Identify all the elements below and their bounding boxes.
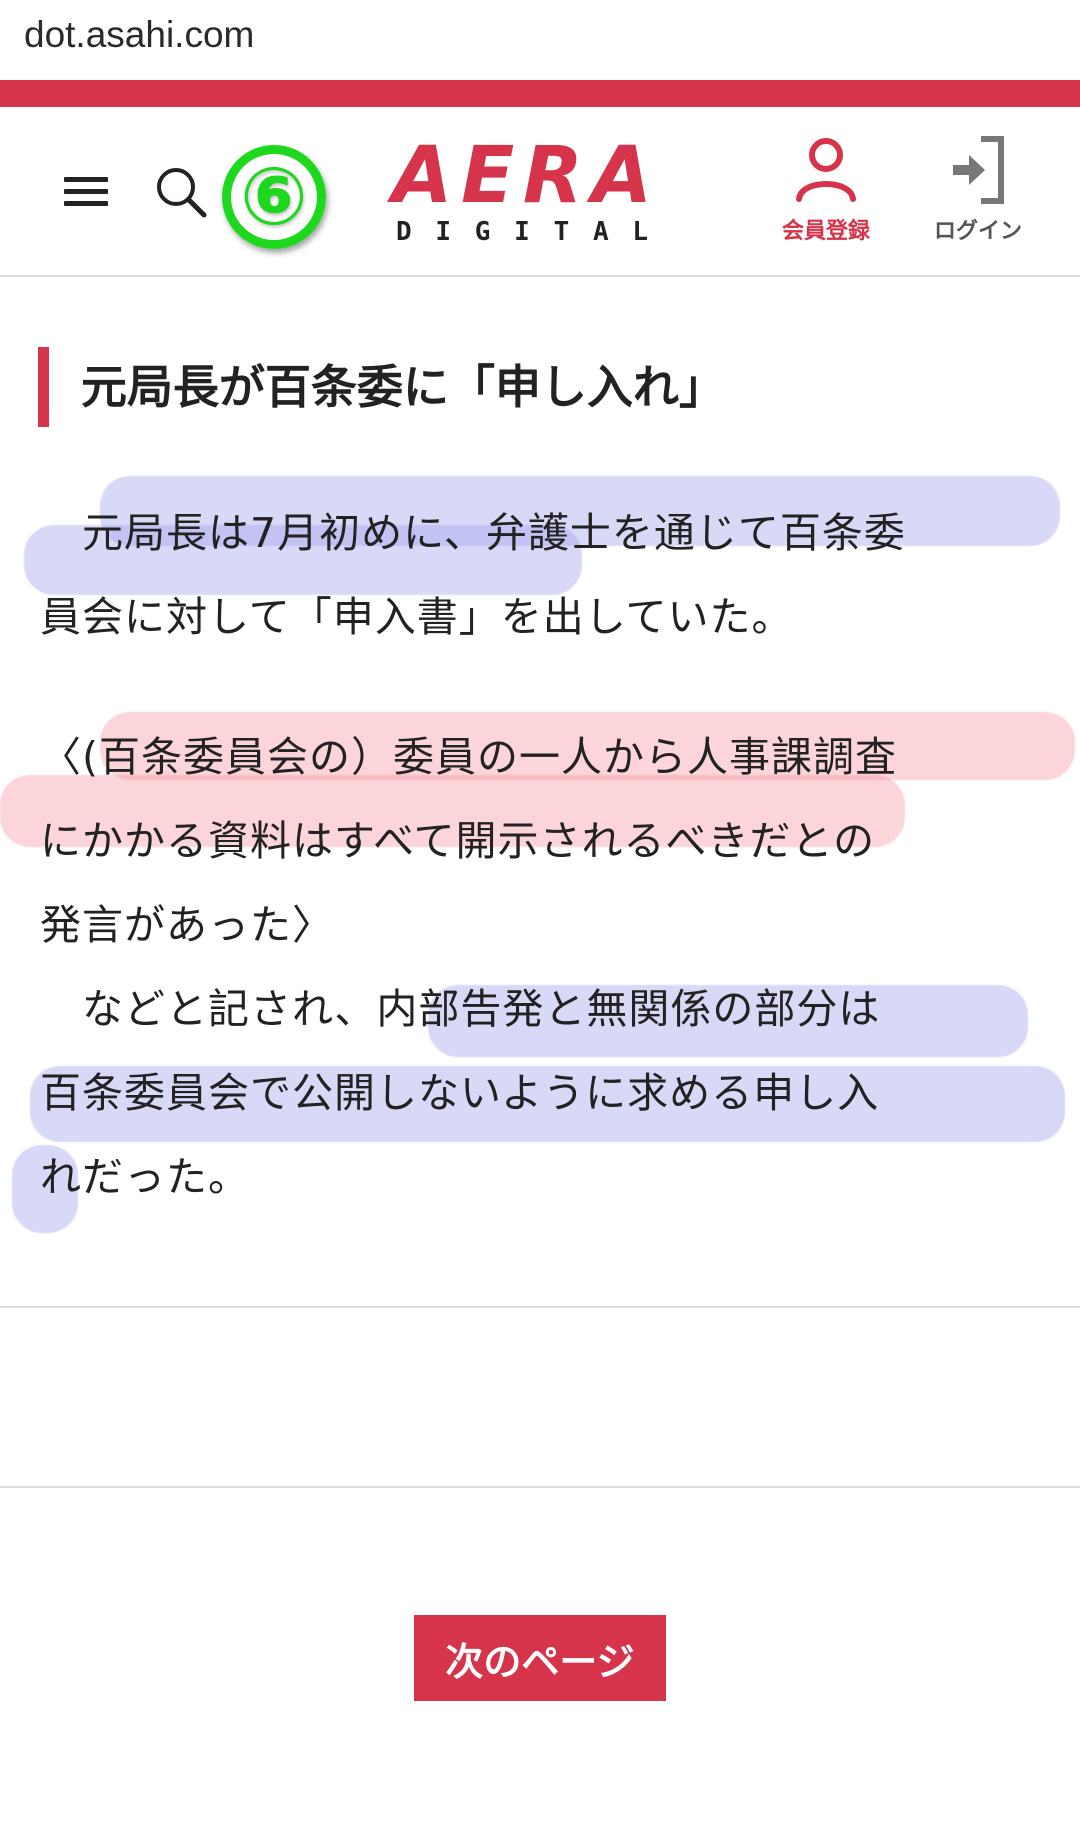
article-text-line: れだった。 bbox=[40, 1153, 250, 1201]
aera-digital-logo[interactable]: A E R A D I G I T A L bbox=[392, 137, 652, 247]
url-text[interactable]: dot.asahi.com bbox=[24, 14, 254, 56]
article-text-line: などと記され、内部告発と無関係の部分は bbox=[40, 985, 881, 1033]
next-page-button[interactable]: 次のページ bbox=[414, 1615, 666, 1701]
login-label: ログイン bbox=[934, 219, 1023, 244]
circled-number-badge: ⑥ bbox=[222, 145, 326, 249]
article-body: 元局長が百条委に「申し入れ」 元局長は7月初めに、弁護士を通じて百条委 員会に対… bbox=[0, 277, 1080, 1307]
site-header: ⑥ A E R A D I G I T A L 会員登録 ログイン bbox=[0, 107, 1080, 277]
hamburger-menu-icon[interactable] bbox=[64, 173, 108, 211]
article-text-line: 百条委員会で公開しないように求める申し入 bbox=[40, 1069, 880, 1117]
user-icon bbox=[796, 138, 856, 202]
register-button[interactable]: 会員登録 bbox=[782, 135, 870, 245]
logo-sub-text: D I G I T A L bbox=[396, 217, 648, 247]
article-text-line: 元局長は7月初めに、弁護士を通じて百条委 bbox=[40, 509, 906, 557]
logo-main-text: A E R A bbox=[392, 131, 652, 221]
article-text-line: 発言があった〉 bbox=[40, 901, 334, 949]
login-icon bbox=[953, 136, 1004, 204]
section-heading: 元局長が百条委に「申し入れ」 bbox=[38, 347, 725, 427]
browser-url-bar[interactable]: dot.asahi.com bbox=[0, 0, 1080, 78]
article-text-line: 〈(百条委員会の）委員の一人から人事課調査 bbox=[40, 733, 897, 781]
section-divider bbox=[0, 1486, 1080, 1488]
login-button[interactable]: ログイン bbox=[934, 135, 1022, 245]
register-label: 会員登録 bbox=[782, 219, 871, 244]
search-icon[interactable] bbox=[152, 163, 212, 223]
section-divider bbox=[0, 1306, 1080, 1308]
article-text-line: 員会に対して「申入書」を出していた。 bbox=[40, 593, 794, 641]
top-accent-bar bbox=[0, 80, 1080, 107]
article-text-line: にかかる資料はすべて開示されるべきだとの bbox=[40, 817, 876, 865]
